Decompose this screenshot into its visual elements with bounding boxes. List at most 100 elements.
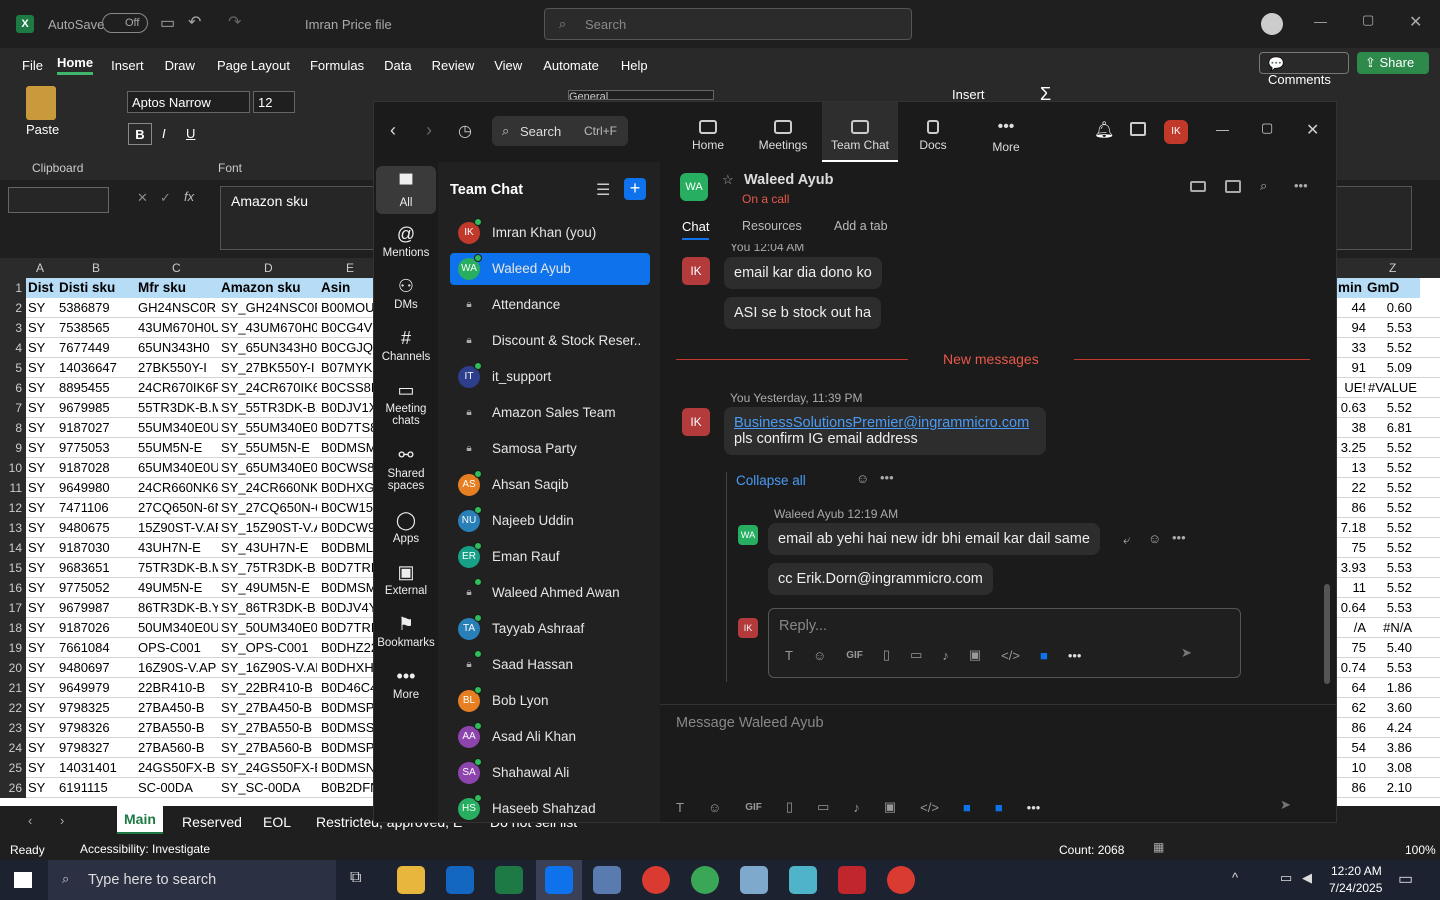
table-cell[interactable]: 6.81 [1368, 420, 1418, 435]
table-cell[interactable]: SY_65UM340E0U [221, 460, 317, 475]
contact-item[interactable]: TA Tayyab Ashraaf [450, 613, 650, 645]
table-cell[interactable]: B0DMSM [321, 580, 373, 595]
calendar-icon[interactable] [1130, 122, 1146, 136]
table-cell[interactable]: 54 [1340, 740, 1366, 755]
table-cell[interactable]: 6191115 [59, 780, 135, 795]
reaction-icon[interactable]: ☺ [1148, 531, 1161, 546]
menu-item[interactable]: Draw [165, 58, 195, 73]
star-icon[interactable]: ☆ [722, 172, 734, 188]
menu-item[interactable]: View [494, 58, 522, 73]
row-number-1[interactable]: 1 [0, 278, 26, 298]
table-cell[interactable]: 5.09 [1368, 360, 1418, 375]
cancel-icon[interactable]: ✕ [137, 190, 148, 206]
table-cell[interactable]: SY_24GS50FX-B [221, 760, 317, 775]
row-number[interactable]: 18 [0, 618, 26, 638]
table-cell[interactable]: 5.53 [1368, 560, 1418, 575]
emoji-icon[interactable]: ☺ [708, 800, 721, 815]
share-button[interactable]: ⇪ Share [1357, 52, 1429, 74]
table-cell[interactable]: 5.52 [1368, 500, 1418, 515]
sheet-tab-main[interactable]: Main [117, 806, 163, 834]
row-number[interactable]: 24 [0, 738, 26, 758]
row-number[interactable]: 14 [0, 538, 26, 558]
table-cell[interactable]: 24CR660NK6P [138, 480, 218, 495]
table-cell[interactable]: 0.63 [1340, 400, 1366, 415]
table-cell[interactable]: 16Z90S-V.AP [138, 660, 218, 675]
rail-all[interactable]: ▀ All [376, 166, 436, 214]
underline-button[interactable]: U [186, 126, 195, 141]
table-cell[interactable]: SY_75TR3DK-B.M [221, 560, 317, 575]
table-cell[interactable]: SY [28, 540, 56, 555]
rail-bookmarks[interactable]: ⚑ Bookmarks [376, 614, 436, 649]
table-cell[interactable]: 5.53 [1368, 320, 1418, 335]
nav-team-chat[interactable]: Team Chat [822, 102, 898, 162]
message-scrollbar[interactable] [1324, 584, 1330, 684]
row-number[interactable]: 15 [0, 558, 26, 578]
row-number[interactable]: 12 [0, 498, 26, 518]
contact-item[interactable]: 🔒︎ Saad Hassan [450, 649, 650, 681]
row-number[interactable]: 10 [0, 458, 26, 478]
contact-item[interactable]: AA Asad Ali Khan [450, 721, 650, 753]
sender-avatar[interactable]: IK [682, 257, 710, 285]
redo-icon[interactable]: ↷ [228, 12, 241, 32]
table-cell[interactable]: B0DHXH [321, 660, 373, 675]
table-cell[interactable]: 5.52 [1368, 520, 1418, 535]
history-icon[interactable]: ◷ [458, 121, 472, 141]
table-cell[interactable]: SY [28, 740, 56, 755]
save-icon[interactable]: ▭ [160, 13, 175, 33]
screenshot-icon[interactable]: ▭ [910, 647, 922, 663]
table-cell[interactable]: 86 [1340, 720, 1366, 735]
code-icon[interactable]: </> [920, 800, 939, 815]
video-message-icon[interactable]: ▣ [884, 799, 896, 815]
table-cell[interactable]: SY [28, 440, 56, 455]
table-cell[interactable]: 9798327 [59, 740, 135, 755]
table-cell[interactable]: 3.25 [1340, 440, 1366, 455]
search-icon[interactable]: ⌕ [1260, 178, 1267, 194]
table-cell[interactable]: 5.52 [1368, 460, 1418, 475]
message-bubble[interactable]: ASI se b stock out ha [724, 297, 882, 329]
table-cell[interactable]: 24CR670IK6P [138, 380, 218, 395]
table-cell[interactable]: #N/A [1368, 620, 1418, 635]
row-number[interactable]: 22 [0, 698, 26, 718]
table-cell[interactable]: SY [28, 420, 56, 435]
minimize-icon[interactable]: — [1314, 14, 1327, 29]
forward-icon[interactable]: › [426, 120, 432, 141]
contact-item[interactable]: AS Ahsan Saqib [450, 469, 650, 501]
zoom-app-active[interactable] [536, 860, 582, 900]
send-icon[interactable]: ➤ [1181, 645, 1192, 661]
calculator-icon[interactable] [593, 866, 621, 894]
comments-button[interactable]: 💬 Comments [1259, 52, 1349, 87]
emoji-icon[interactable]: ☺ [813, 648, 826, 663]
table-cell[interactable]: 49UM5N-E [138, 580, 218, 595]
rail-channels[interactable]: # Channels [376, 328, 436, 363]
table-cell[interactable]: SY_27BK550Y-I [221, 360, 317, 375]
zoom-level[interactable]: 100% [1405, 843, 1436, 857]
menu-item[interactable]: Help [621, 58, 648, 73]
table-cell[interactable]: 9683651 [59, 560, 135, 575]
table-cell[interactable]: 43UM670H0U [138, 320, 218, 335]
table-cell[interactable]: SY [28, 560, 56, 575]
contact-item[interactable]: 🔒︎ Amazon Sales Team [450, 397, 650, 429]
notification-icon[interactable]: ▭ [1398, 869, 1413, 889]
nav-home[interactable]: Home [670, 102, 746, 162]
table-cell[interactable]: SY [28, 520, 56, 535]
autosave-toggle[interactable]: Off [102, 13, 148, 33]
table-cell[interactable]: 44 [1340, 300, 1366, 315]
file-icon[interactable]: ▯ [883, 647, 890, 663]
table-cell[interactable]: B0CSS8N [321, 380, 373, 395]
table-cell[interactable]: 55UM340E0U [138, 420, 218, 435]
row-number[interactable]: 7 [0, 398, 26, 418]
table-cell[interactable]: 9187027 [59, 420, 135, 435]
zoom-app2-icon[interactable]: ■ [995, 800, 1003, 815]
row-number[interactable]: 19 [0, 638, 26, 658]
table-cell[interactable]: SY [28, 400, 56, 415]
row-number[interactable]: 17 [0, 598, 26, 618]
table-cell[interactable]: B0DJV4Y [321, 600, 373, 615]
table-cell[interactable]: SY_24CR660NK6 [221, 480, 317, 495]
table-cell[interactable]: #VALUE! [1368, 380, 1418, 395]
table-cell[interactable]: 9798325 [59, 700, 135, 715]
font-name-select[interactable]: Aptos Narrow [127, 91, 250, 113]
message-bubble[interactable]: BusinessSolutionsPremier@ingrammicro.com… [724, 407, 1046, 455]
table-cell[interactable]: 0.64 [1340, 600, 1366, 615]
windows-start-icon[interactable] [14, 872, 32, 888]
gif-icon[interactable]: GIF [745, 802, 762, 813]
